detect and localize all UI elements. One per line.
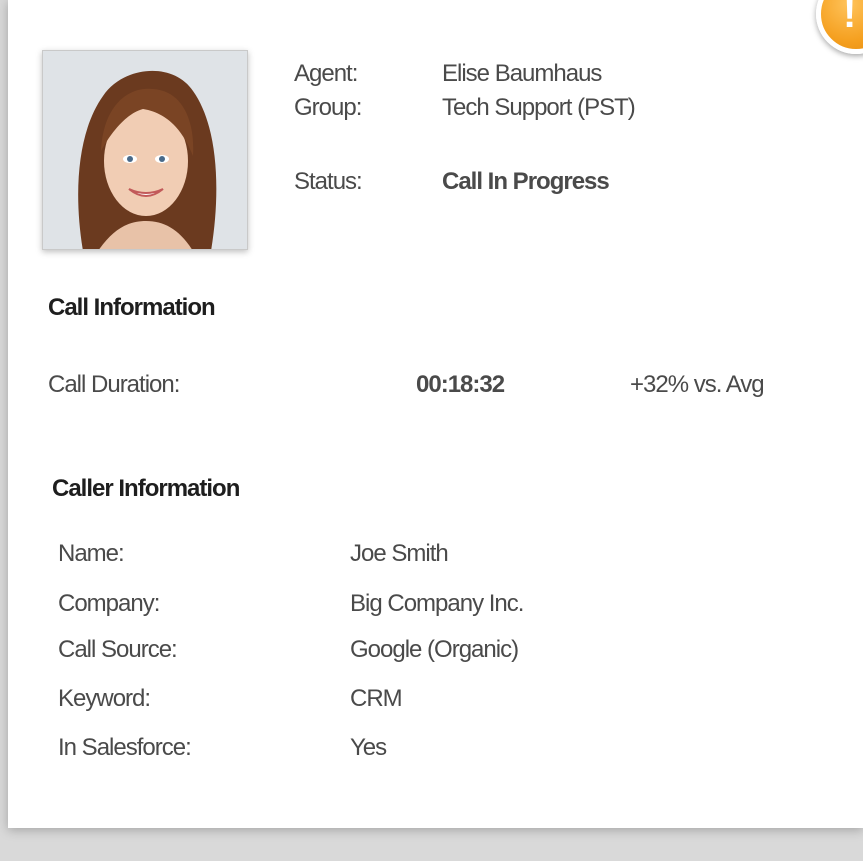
caller-company-label: Company:	[58, 590, 160, 617]
caller-salesforce-label: In Salesforce:	[58, 734, 192, 761]
call-duration-comparison: +32% vs. Avg	[630, 371, 765, 398]
caller-keyword-value: CRM	[350, 685, 403, 712]
call-duration-value: 00:18:32	[416, 371, 505, 398]
caller-name-value: Joe Smith	[350, 540, 449, 567]
caller-keyword-label: Keyword:	[58, 685, 151, 712]
status-value: Call In Progress	[442, 168, 610, 195]
caller-name-label: Name:	[58, 540, 125, 567]
status-label: Status:	[294, 168, 363, 195]
alert-icon[interactable]: !	[816, 0, 863, 54]
caller-information-title: Caller Information	[52, 475, 240, 502]
agent-name: Elise Baumhaus	[442, 60, 602, 87]
call-information-title: Call Information	[48, 294, 216, 321]
caller-source-label: Call Source:	[58, 636, 178, 663]
caller-source-value: Google (Organic)	[350, 636, 519, 663]
agent-call-card: ! Agent: Elise Baumhaus Group: Tech Supp…	[8, 0, 863, 828]
group-value: Tech Support (PST)	[442, 94, 636, 121]
call-duration-label: Call Duration:	[48, 371, 180, 398]
agent-label: Agent:	[294, 60, 358, 87]
agent-avatar	[42, 50, 248, 250]
caller-salesforce-value: Yes	[350, 734, 387, 761]
group-label: Group:	[294, 94, 362, 121]
caller-company-value: Big Company Inc.	[350, 590, 524, 617]
